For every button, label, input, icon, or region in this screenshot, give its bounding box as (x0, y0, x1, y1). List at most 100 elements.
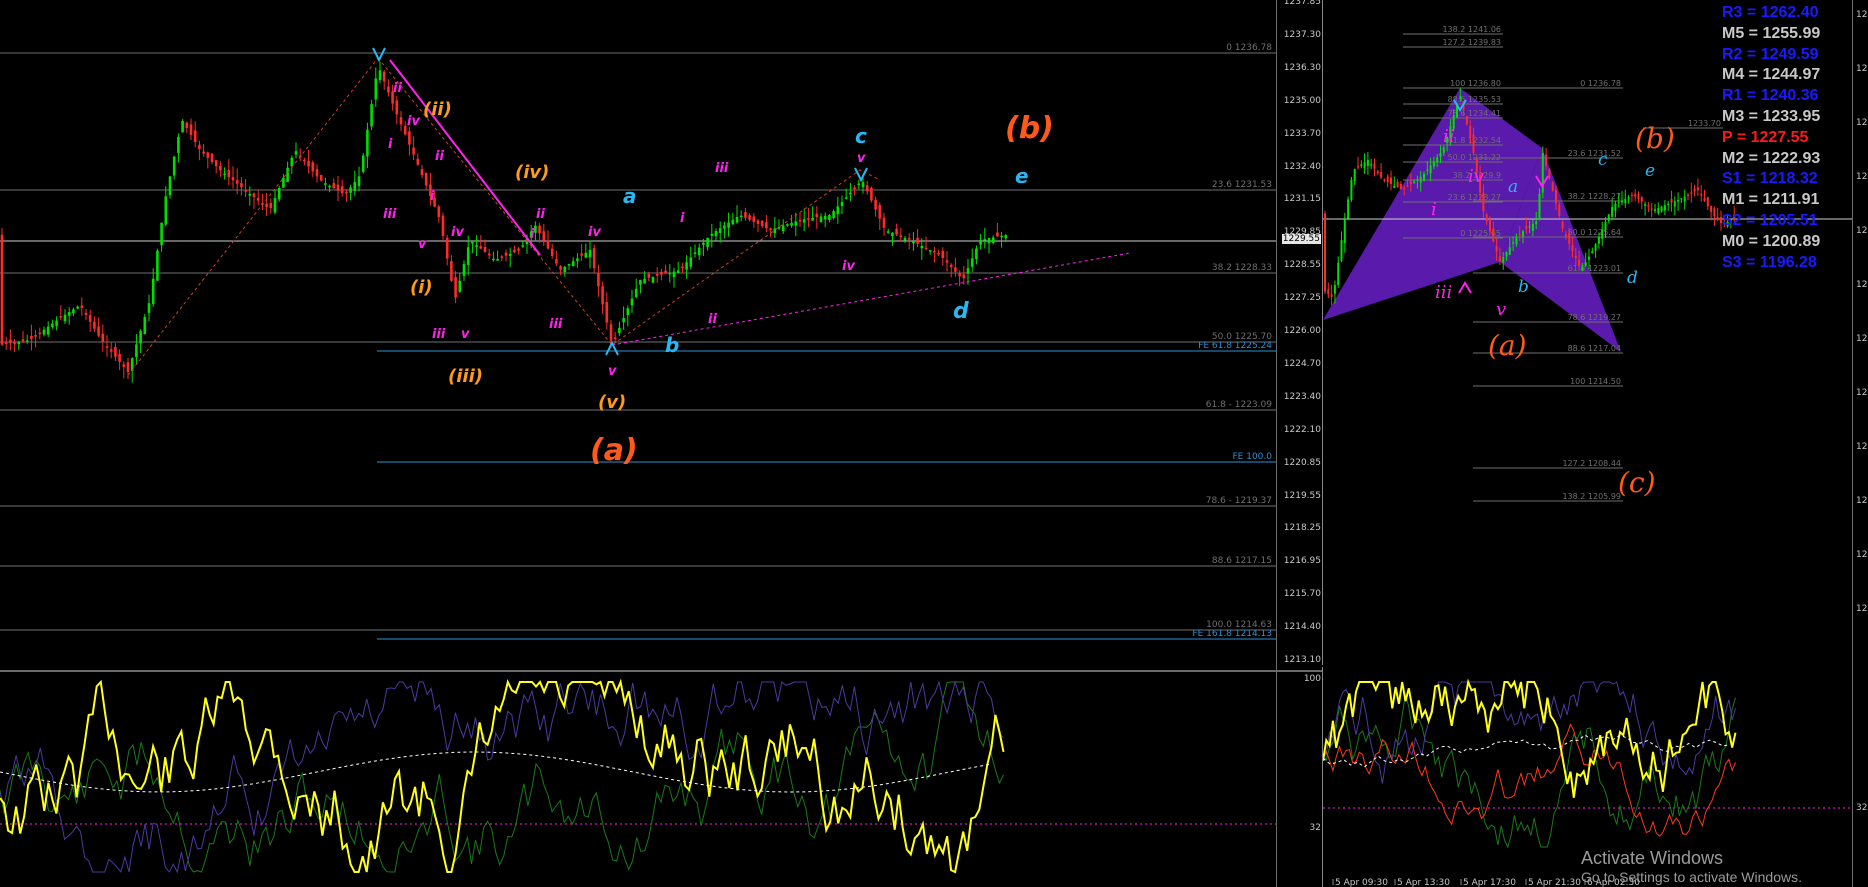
candle-body (630, 298, 634, 306)
candle-body (987, 238, 991, 244)
candle-body (517, 248, 520, 251)
candle-body (891, 232, 894, 237)
candle-body (34, 335, 37, 337)
watermark-title: Activate Windows (1581, 848, 1724, 868)
candle-body (571, 261, 575, 267)
candle-body (1548, 168, 1551, 179)
candle-body (471, 241, 474, 244)
right-axis-label: 121 (1856, 172, 1868, 182)
label: 127.2 1239.83 (1442, 38, 1501, 47)
candle-body (353, 181, 357, 192)
price-axis-label: 1223.40 (1283, 391, 1321, 402)
label: 0 1236.78 (1580, 79, 1621, 88)
candle-body (853, 187, 856, 189)
candle-body (651, 276, 655, 283)
candle-body (920, 245, 924, 249)
candle-body (286, 167, 289, 182)
candle-body (76, 306, 79, 309)
label: 61.8 - 1223.09 (1206, 400, 1272, 410)
candle-body (899, 235, 903, 238)
candle-body (1482, 192, 1485, 212)
candle-body (676, 270, 680, 274)
label: v (857, 151, 866, 166)
candle-body (1383, 179, 1386, 181)
candle-body (139, 330, 142, 344)
candle-body (1429, 165, 1432, 174)
label: 23.6 1231.52 (1568, 149, 1621, 158)
candle-body (1564, 234, 1567, 237)
candle-body (1574, 255, 1577, 259)
candle-body (109, 349, 113, 352)
candle-body (1607, 214, 1610, 221)
candle-body (844, 197, 848, 199)
candle-body (1578, 259, 1581, 266)
candle-body (1706, 197, 1709, 207)
candle-body (231, 177, 235, 181)
candle-body (1690, 192, 1693, 194)
candle-body (878, 205, 882, 219)
candle-body (777, 227, 781, 229)
trend-line (611, 252, 1131, 346)
candle-body (1390, 177, 1392, 184)
candle-body (1502, 257, 1505, 263)
candle-body (214, 160, 218, 167)
candle-body (672, 271, 676, 277)
candle-body (408, 131, 411, 145)
candle-body (1004, 235, 1008, 239)
label: FE 161.8 1214.13 (1192, 629, 1272, 639)
left-oscillator[interactable] (0, 672, 1276, 887)
candle-body (67, 312, 71, 316)
right-price-axis[interactable]: 124 123 122 121 122 12 121 121 121 121 121 120 (1852, 0, 1868, 887)
candle-body (802, 219, 806, 223)
candle-body (1558, 204, 1561, 216)
label: (ii) (423, 99, 452, 120)
candle-body (1396, 182, 1399, 188)
candle-body (933, 250, 936, 253)
candle-body (1614, 203, 1617, 211)
price-axis-label: 1235.00 (1283, 95, 1321, 106)
candle-body (55, 320, 58, 327)
right-axis-label: 121 (1856, 334, 1868, 344)
candle-body (1531, 223, 1534, 231)
candle-body (450, 261, 453, 281)
right-axis-label: 123 (1856, 64, 1868, 74)
label: 0 1236.78 (1226, 43, 1272, 53)
candle-body (1673, 201, 1676, 207)
candle-body (441, 215, 445, 236)
candle-body (1386, 176, 1389, 183)
candle-body (739, 215, 743, 218)
candle-body (1710, 205, 1713, 212)
label: 23.6 1231.53 (1212, 180, 1272, 190)
label: ii (536, 207, 545, 222)
candle-body (319, 174, 323, 181)
candle-body (752, 216, 756, 222)
candle-body (1601, 229, 1604, 239)
candle-body (248, 193, 252, 196)
left-chart-svg: 0 1236.7823.6 1231.5338.2 1228.3350.0 12… (0, 43, 1276, 640)
label: i (680, 211, 685, 226)
candle-body (143, 317, 147, 335)
candle-body (1597, 236, 1600, 244)
label: a (623, 184, 637, 208)
candle-body (605, 301, 609, 323)
right-axis-label: 124 (1856, 10, 1868, 20)
label: (i) (410, 277, 433, 298)
left-price-axis[interactable]: 1237.85 1237.30 1236.30 1235.00 1233.70 1232.… (1276, 0, 1323, 670)
candle-body (643, 278, 646, 284)
candle-body (912, 241, 915, 244)
candle-body (559, 266, 562, 270)
candle-body (1561, 221, 1564, 229)
osc-axis-100: 100 (1303, 674, 1321, 684)
candle-body (118, 354, 121, 362)
candle-body (160, 222, 163, 246)
left-price-chart[interactable]: 0 1236.78 23.6 1231.53 38.2 1228.33 50.0 12… (0, 0, 1276, 670)
candle-body (424, 172, 428, 186)
price-axis-label: 1216.95 (1283, 556, 1321, 567)
candle-body (282, 177, 285, 188)
candle-body (105, 346, 109, 348)
candle-body (1568, 232, 1571, 244)
candle-body (63, 314, 67, 322)
candle-body (702, 242, 705, 245)
candle-body (420, 169, 424, 175)
osc-line (0, 678, 1005, 874)
